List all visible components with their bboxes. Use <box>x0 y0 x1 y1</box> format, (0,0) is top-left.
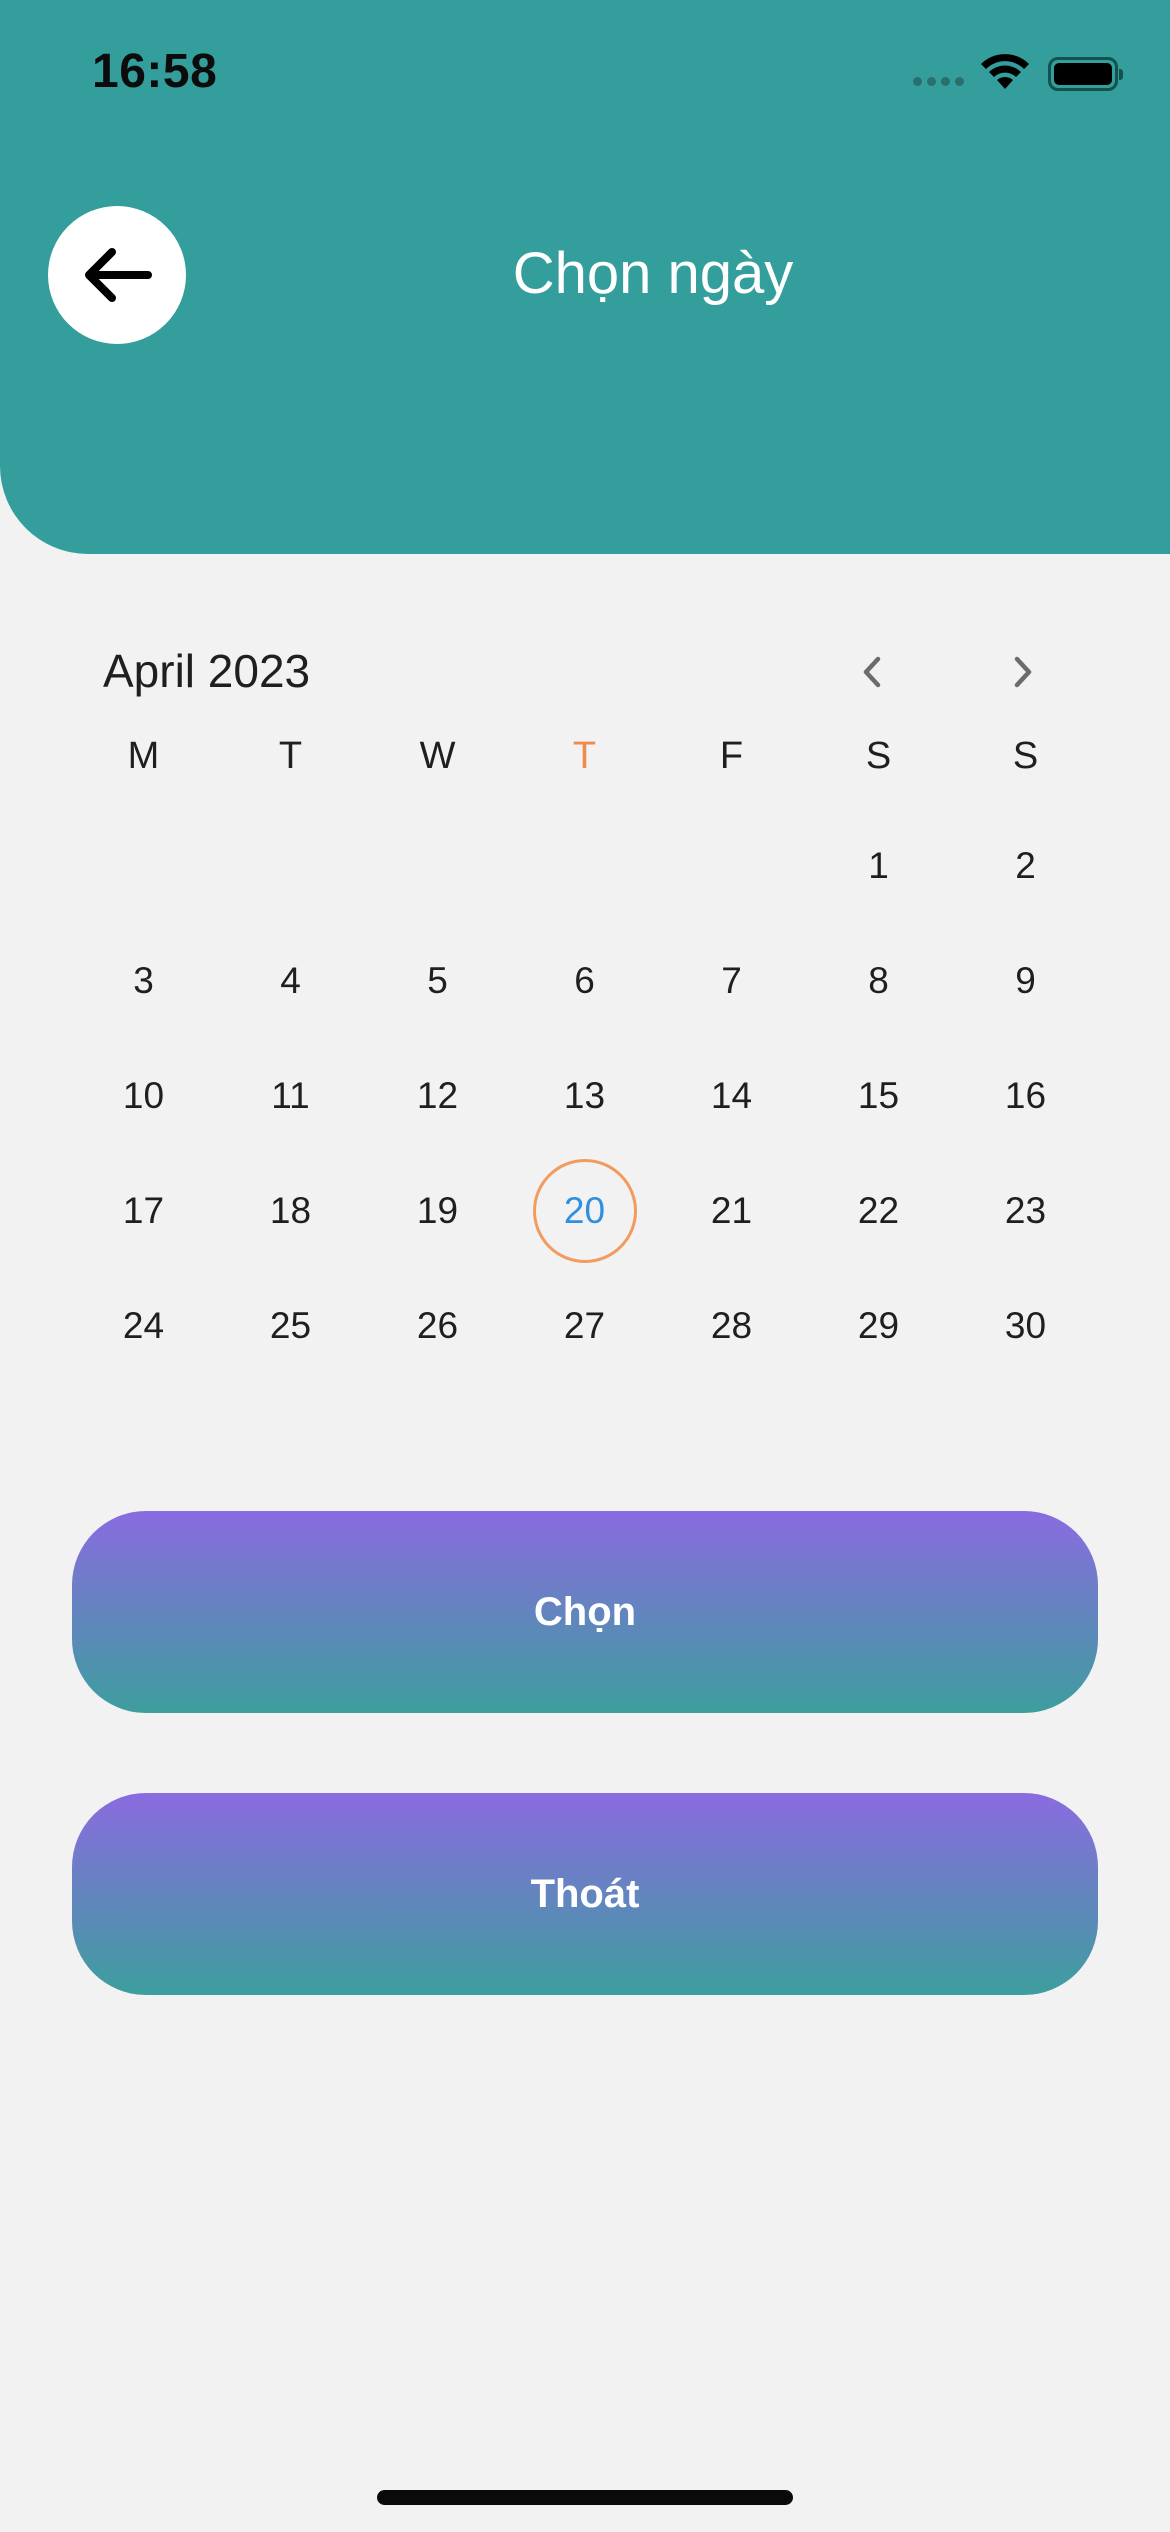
day-cell[interactable]: 23 <box>952 1153 1099 1268</box>
day-cell[interactable]: 5 <box>364 923 511 1038</box>
day-cell[interactable]: 7 <box>658 923 805 1038</box>
header: 16:58 Chọn ngày <box>0 0 1170 554</box>
day-cell[interactable]: 15 <box>805 1038 952 1153</box>
weekday-label-today: T <box>572 735 597 777</box>
day-grid: 1 2 3 4 5 6 7 8 9 10 11 12 13 14 15 16 1… <box>70 808 1099 1383</box>
day-cell[interactable]: 9 <box>952 923 1099 1038</box>
day-cell-today[interactable]: 20 <box>511 1153 658 1268</box>
weekday-label: S <box>1012 735 1039 777</box>
day-cell[interactable]: 1 <box>805 808 952 923</box>
day-cell[interactable]: 11 <box>217 1038 364 1153</box>
today-number: 20 <box>563 1189 606 1231</box>
next-month-button[interactable] <box>993 642 1053 702</box>
weekday-header: M T W T F S S <box>70 726 1099 786</box>
chevron-left-icon <box>863 656 881 688</box>
day-cell[interactable]: 18 <box>217 1153 364 1268</box>
day-cell[interactable]: 17 <box>70 1153 217 1268</box>
page-title: Chọn ngày <box>512 241 794 306</box>
prev-month-button[interactable] <box>842 642 902 702</box>
month-label: April 2023 <box>103 645 311 697</box>
weekday-label: M <box>127 735 160 777</box>
cellular-signal-icon <box>913 76 964 86</box>
day-cell[interactable]: 26 <box>364 1268 511 1383</box>
exit-button[interactable]: Thoát <box>72 1793 1098 1995</box>
day-cell[interactable]: 22 <box>805 1153 952 1268</box>
weekday-label: T <box>278 735 303 777</box>
day-cell[interactable]: 29 <box>805 1268 952 1383</box>
day-cell[interactable]: 2 <box>952 808 1099 923</box>
battery-icon <box>1048 57 1123 91</box>
chevron-right-icon <box>1014 656 1032 688</box>
status-icons <box>913 52 1123 96</box>
day-cell[interactable]: 13 <box>511 1038 658 1153</box>
day-cell[interactable]: 12 <box>364 1038 511 1153</box>
wifi-icon <box>980 53 1030 96</box>
day-cell[interactable]: 8 <box>805 923 952 1038</box>
day-cell[interactable]: 14 <box>658 1038 805 1153</box>
day-cell[interactable]: 16 <box>952 1038 1099 1153</box>
day-cell[interactable]: 19 <box>364 1153 511 1268</box>
choose-button[interactable]: Chọn <box>72 1511 1098 1713</box>
day-cell[interactable]: 10 <box>70 1038 217 1153</box>
status-time: 16:58 <box>92 45 218 98</box>
home-indicator[interactable] <box>377 2490 793 2505</box>
day-cell[interactable]: 21 <box>658 1153 805 1268</box>
day-cell[interactable]: 6 <box>511 923 658 1038</box>
weekday-label: S <box>865 735 892 777</box>
day-cell[interactable]: 27 <box>511 1268 658 1383</box>
day-cell[interactable]: 24 <box>70 1268 217 1383</box>
day-cell[interactable]: 28 <box>658 1268 805 1383</box>
weekday-label: F <box>719 735 744 777</box>
day-cell[interactable]: 30 <box>952 1268 1099 1383</box>
weekday-label: W <box>419 735 456 777</box>
day-cell[interactable]: 3 <box>70 923 217 1038</box>
day-cell[interactable]: 4 <box>217 923 364 1038</box>
day-cell[interactable]: 25 <box>217 1268 364 1383</box>
